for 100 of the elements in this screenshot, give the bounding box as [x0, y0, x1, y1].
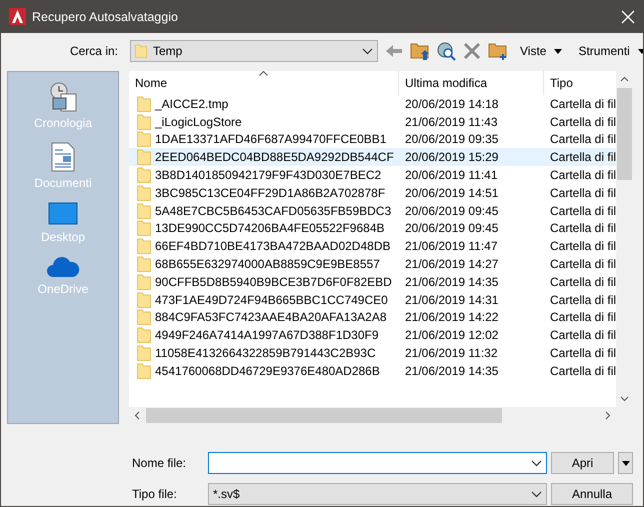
file-type: Cartella di fil [550, 346, 616, 360]
open-options-button[interactable] [618, 452, 633, 474]
file-name: 4541760068DD46729E9376E480AD286B [155, 364, 380, 378]
modified-date: 21/06/2019 11:32 [405, 346, 498, 360]
cancel-button[interactable]: Annulla [551, 483, 633, 505]
modified-date: 21/06/2019 14:22 [405, 310, 498, 324]
file-name: 68B655E632974000AB8859C9E9BE8557 [155, 257, 380, 272]
file-name: 4949F246A7414A1997A67D388F1D30F9 [155, 328, 379, 342]
new-folder-icon[interactable] [488, 41, 508, 61]
file-row[interactable]: 66EF4BD710BE4173BA472BAAD02D48DB 21/06/2019 11:47 Cartella di fil [129, 237, 616, 256]
file-type: Cartella di fil [550, 292, 616, 307]
modified-date: 20/06/2019 15:29 [405, 150, 498, 164]
modified-date: 20/06/2019 09:35 [405, 132, 498, 146]
folder-icon [137, 327, 151, 344]
file-row[interactable]: 884C9FA53FC7423AAE4BA20AFA13A2A8 21/06/2019 14:22 Cartella di fil [129, 308, 616, 326]
file-name-field[interactable] [208, 452, 547, 474]
folder-icon [137, 256, 151, 272]
file-type: Cartella di fil [550, 132, 616, 146]
sort-indicator-icon [259, 71, 268, 76]
window-title: Recupero Autosalvataggio [32, 10, 179, 24]
file-row[interactable]: 2EED064BEDC04BD88E5DA9292DB544CF 20/06/2019 15:29 Cartella di fil [129, 148, 616, 166]
open-button[interactable]: Apri [551, 452, 614, 474]
tools-menu[interactable]: Strumenti [574, 44, 643, 58]
chevron-down-icon [531, 490, 542, 498]
file-name: _AICCE2.tmp [155, 96, 228, 111]
file-row[interactable]: 13DE990CC5D74206BA4FE05522F9684B 20/06/2019 09:45 Cartella di fil [129, 220, 616, 238]
folder-icon [137, 238, 151, 254]
file-row[interactable]: 90CFFB5D8B5940B9BCE3B7D6F0F82EBD 21/06/2019 14:35 Cartella di fil [129, 272, 616, 291]
file-type: Cartella di fil [550, 186, 616, 200]
column-header[interactable]: Tipo [544, 71, 616, 95]
modified-date: 21/06/2019 14:35 [405, 274, 498, 289]
file-name: 1DAE13371AFD46F687A99470FFCE0BB1 [155, 132, 386, 146]
file-name: 90CFFB5D8B5940B9BCE3B7D6F0F82EBD [155, 274, 392, 289]
file-type: Cartella di fil [550, 257, 616, 272]
folder-icon [137, 309, 151, 326]
document-icon [51, 142, 75, 172]
modified-date: 20/06/2019 14:18 [405, 96, 498, 111]
monitor-icon [48, 202, 78, 226]
file-type: Cartella di fil [550, 168, 616, 182]
views-menu[interactable]: Viste [516, 44, 566, 58]
delete-icon[interactable] [462, 41, 482, 61]
file-row[interactable]: _iLogicLogStore 21/06/2019 11:43 Cartella di fil [129, 112, 616, 131]
file-row[interactable]: 5A48E7CBC5B6453CAFD05635FB59BDC3 20/06/2019 09:45 Cartella di fil [129, 202, 616, 220]
folder-up-icon[interactable] [410, 41, 430, 61]
file-type: Cartella di fil [550, 204, 616, 218]
folder-icon [137, 114, 151, 130]
file-row[interactable]: 3BC985C13CE04FF29D1A86B2A702878F 20/06/2019 14:51 Cartella di fil [129, 184, 616, 202]
file-name: 2EED064BEDC04BD88E5DA9292DB544CF [155, 150, 394, 164]
file-type: Cartella di fil [550, 328, 616, 342]
file-name: 3B8D1401850942179F9F43D030E7BEC2 [155, 168, 382, 182]
modified-date: 21/06/2019 11:43 [405, 114, 498, 129]
file-name: 884C9FA53FC7423AAE4BA20AFA13A2A8 [155, 310, 386, 324]
file-name-label: Nome file: [132, 456, 188, 470]
file-row[interactable]: 3B8D1401850942179F9F43D030E7BEC2 20/06/2019 11:41 Cartella di fil [129, 166, 616, 184]
file-type: Cartella di fil [550, 221, 616, 236]
file-type: Cartella di fil [550, 96, 616, 111]
search-icon[interactable] [436, 41, 456, 61]
file-row[interactable]: 4541760068DD46729E9376E480AD286B 21/06/2019 14:35 Cartella di fil [129, 362, 616, 380]
file-name: 5A48E7CBC5B6453CAFD05635FB59BDC3 [155, 204, 392, 218]
column-header[interactable]: Nome [129, 71, 399, 95]
folder-icon [137, 131, 151, 148]
look-in-dropdown[interactable]: Temp [130, 40, 378, 62]
modified-date: 20/06/2019 09:45 [405, 204, 498, 218]
file-row[interactable]: 1DAE13371AFD46F687A99470FFCE0BB1 20/06/2019 09:35 Cartella di fil [129, 130, 616, 148]
folder-icon [137, 149, 151, 166]
look-in-label: Cerca in: [68, 44, 119, 58]
modified-date: 20/06/2019 09:45 [405, 221, 498, 236]
folder-icon [137, 274, 151, 290]
file-row[interactable]: _AICCE2.tmp 20/06/2019 14:18 Cartella di fil [129, 95, 616, 113]
folder-icon [137, 220, 151, 236]
folder-icon [135, 44, 147, 58]
file-type-label: Tipo file: [132, 487, 178, 501]
file-type: Cartella di fil [550, 310, 616, 324]
file-row[interactable]: 4949F246A7414A1997A67D388F1D30F9 21/06/2019 12:02 Cartella di fil [129, 326, 616, 344]
scrollbar-thumb[interactable] [146, 408, 502, 423]
modified-date: 20/06/2019 11:41 [405, 168, 498, 182]
modified-date: 21/06/2019 14:31 [405, 292, 498, 307]
file-row[interactable]: 68B655E632974000AB8859C9E9BE8557 21/06/2019 14:27 Cartella di fil [129, 255, 616, 273]
app-logo-icon [9, 8, 26, 25]
file-row[interactable]: 11058E4132664322859B791443C2B93C 21/06/2019 11:32 Cartella di fil [129, 344, 616, 362]
file-name: _iLogicLogStore [155, 114, 242, 129]
file-type-dropdown[interactable]: *.sv$ [208, 483, 547, 505]
scrollbar-thumb[interactable] [617, 88, 632, 180]
file-type: Cartella di fil [550, 364, 616, 378]
folder-icon [137, 292, 151, 308]
file-type: Cartella di fil [550, 114, 616, 129]
folder-icon [137, 96, 151, 112]
close-icon[interactable] [621, 10, 635, 24]
file-name: 11058E4132664322859B791443C2B93C [155, 346, 376, 360]
caret-icon [554, 48, 562, 54]
caret-icon [622, 460, 630, 466]
file-name: 13DE990CC5D74206BA4FE05522F9684B [155, 221, 384, 236]
modified-date: 21/06/2019 12:02 [405, 328, 498, 342]
file-row[interactable]: 473F1AE49D724F94B665BBC1CC749CE0 21/06/2019 14:31 Cartella di fil [129, 290, 616, 309]
modified-date: 21/06/2019 14:35 [405, 364, 498, 378]
cloud-icon [46, 256, 80, 278]
folder-icon [137, 345, 151, 362]
column-header[interactable]: Ultima modifica [399, 71, 544, 95]
modified-date: 21/06/2019 11:47 [405, 239, 498, 254]
file-type: Cartella di fil [550, 274, 616, 289]
